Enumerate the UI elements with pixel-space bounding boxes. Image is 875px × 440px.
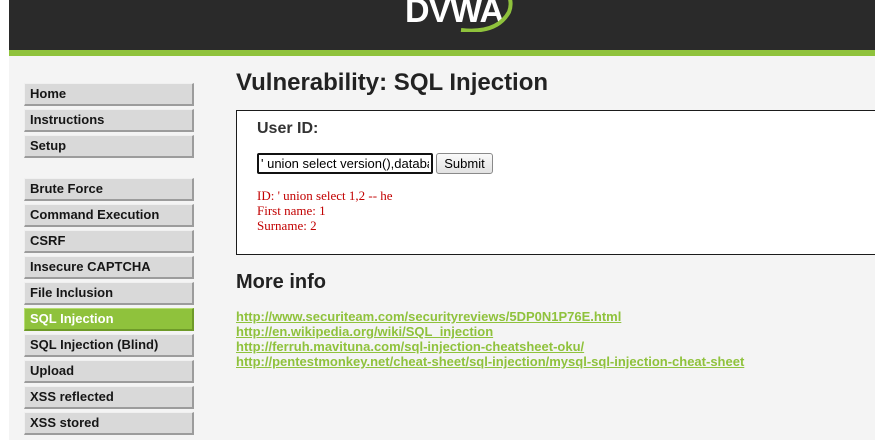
- sidebar-item-home[interactable]: Home: [24, 83, 194, 106]
- link-wikipedia-sql-injection[interactable]: http://en.wikipedia.org/wiki/SQL_injecti…: [236, 324, 744, 339]
- result-surname-line: Surname: 2: [257, 218, 317, 233]
- sidebar-item-csrf[interactable]: CSRF: [24, 230, 194, 253]
- sidebar-item-brute-force[interactable]: Brute Force: [24, 178, 194, 201]
- header: DVWA: [9, 0, 875, 56]
- page-frame: DVWA Home Instructions Setup Brute Force…: [9, 0, 875, 440]
- more-info-heading: More info: [236, 271, 326, 293]
- link-ferruh-cheatsheet[interactable]: http://ferruh.mavituna.com/sql-injection…: [236, 339, 744, 354]
- user-id-input[interactable]: [257, 153, 433, 174]
- sidebar-vulnerability-menu: Brute Force Command Execution CSRF Insec…: [24, 178, 194, 438]
- sidebar-item-upload[interactable]: Upload: [24, 360, 194, 383]
- submit-button[interactable]: Submit: [436, 153, 493, 174]
- sidebar-item-setup[interactable]: Setup: [24, 135, 194, 158]
- query-result: ID: ' union select 1,2 -- he First name:…: [257, 188, 393, 233]
- result-first-name-line: First name: 1: [257, 203, 326, 218]
- link-securiteam[interactable]: http://www.securiteam.com/securityreview…: [236, 309, 744, 324]
- sidebar-item-file-inclusion[interactable]: File Inclusion: [24, 282, 194, 305]
- link-pentestmonkey-cheatsheet[interactable]: http://pentestmonkey.net/cheat-sheet/sql…: [236, 354, 744, 369]
- sidebar-item-xss-reflected[interactable]: XSS reflected: [24, 386, 194, 409]
- user-id-label: User ID:: [257, 120, 319, 137]
- result-id-line: ID: ' union select 1,2 -- he: [257, 188, 393, 203]
- sidebar-item-sql-injection[interactable]: SQL Injection: [24, 308, 194, 331]
- sql-injection-form-panel: User ID: Submit ID: ' union select 1,2 -…: [236, 110, 875, 255]
- more-info-links: http://www.securiteam.com/securityreview…: [236, 309, 744, 369]
- sidebar-item-instructions[interactable]: Instructions: [24, 109, 194, 132]
- sidebar-main-menu: Home Instructions Setup: [24, 83, 194, 161]
- sidebar-item-insecure-captcha[interactable]: Insecure CAPTCHA: [24, 256, 194, 279]
- dvwa-logo[interactable]: DVWA: [405, 0, 515, 32]
- sidebar-item-command-execution[interactable]: Command Execution: [24, 204, 194, 227]
- logo-swoosh-icon: [460, 0, 513, 32]
- sidebar-item-sql-injection-blind[interactable]: SQL Injection (Blind): [24, 334, 194, 357]
- page-title: Vulnerability: SQL Injection: [236, 69, 549, 96]
- sidebar-item-xss-stored[interactable]: XSS stored: [24, 412, 194, 435]
